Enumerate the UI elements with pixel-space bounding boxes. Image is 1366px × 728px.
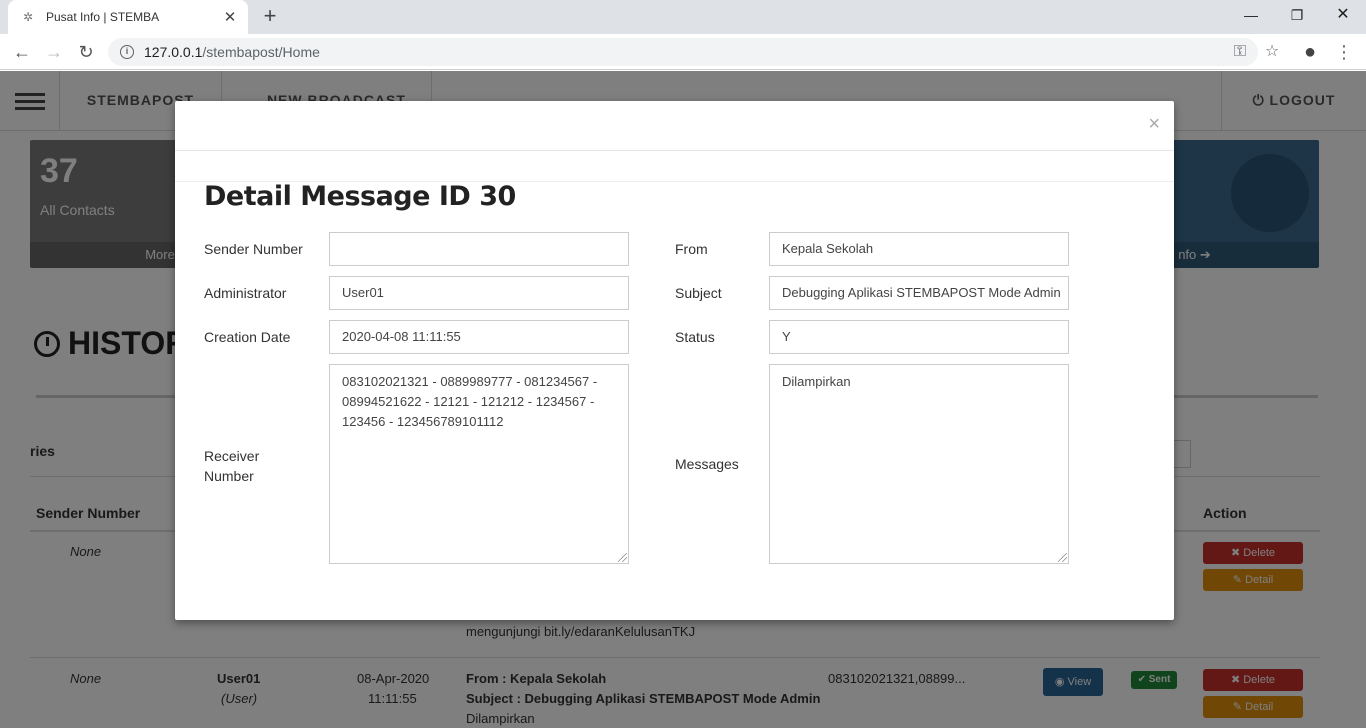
site-favicon-icon: ✲ <box>22 10 34 24</box>
subject-label: Subject <box>675 285 722 301</box>
modal-title: Detail Message ID 30 <box>204 181 516 212</box>
browser-tab[interactable]: ✲ Pusat Info | STEMBA ✕ <box>8 0 248 34</box>
status-label: Status <box>675 329 715 345</box>
from-label: From <box>675 241 708 257</box>
forward-arrow-icon[interactable]: → <box>42 40 66 64</box>
back-arrow-icon[interactable]: ← <box>10 40 34 64</box>
administrator-field[interactable]: User01 <box>329 276 629 310</box>
browser-menu-icon[interactable]: ⋮ <box>1334 42 1354 62</box>
modal-close-icon[interactable]: × <box>1148 114 1160 134</box>
resize-handle-icon[interactable] <box>618 553 627 562</box>
bookmark-star-icon[interactable]: ☆ <box>1262 42 1282 62</box>
key-icon[interactable]: ⚿ <box>1230 42 1250 62</box>
tab-title: Pusat Info | STEMBA <box>46 10 160 24</box>
new-tab-plus-icon[interactable]: + <box>258 5 282 29</box>
creation-date-label: Creation Date <box>204 329 291 345</box>
url-host: 127.0.0.1 <box>144 44 203 60</box>
creation-date-field[interactable]: 2020-04-08 11:11:55 <box>329 320 629 354</box>
sender-number-label: Sender Number <box>204 241 303 257</box>
tab-close-icon[interactable]: ✕ <box>222 8 238 26</box>
status-field[interactable]: Y <box>769 320 1069 354</box>
profile-avatar-icon[interactable]: ● <box>1300 42 1320 62</box>
detail-message-modal: × Detail Message ID 30 Sender Number Adm… <box>175 101 1174 620</box>
administrator-label: Administrator <box>204 285 287 301</box>
url-path: /stembapost/Home <box>202 44 320 60</box>
browser-tabstrip: ✲ Pusat Info | STEMBA ✕ + — ❐ ✕ <box>0 0 1366 34</box>
messages-text: Dilampirkan <box>782 374 851 389</box>
address-bar[interactable]: i 127.0.0.1/stembapost/Home <box>108 38 1258 66</box>
reload-icon[interactable]: ↻ <box>74 40 98 64</box>
subject-field[interactable]: Debugging Aplikasi STEMBAPOST Mode Admin <box>769 276 1069 310</box>
receiver-number-label-line2: Number <box>204 468 254 484</box>
sender-number-field[interactable] <box>329 232 629 266</box>
receiver-line-3: 123456 - 123456789101112 <box>342 414 504 429</box>
from-field[interactable]: Kepala Sekolah <box>769 232 1069 266</box>
minimize-icon[interactable]: — <box>1228 0 1274 30</box>
receiver-line-1: 083102021321 - 0889989777 - 081234567 - <box>342 374 598 389</box>
receiver-number-textarea[interactable]: 083102021321 - 0889989777 - 081234567 - … <box>329 364 629 564</box>
restore-icon[interactable]: ❐ <box>1274 0 1320 30</box>
messages-label: Messages <box>675 456 739 472</box>
receiver-number-label: Receiver Number <box>204 446 259 486</box>
messages-textarea[interactable]: Dilampirkan <box>769 364 1069 564</box>
receiver-number-label-line1: Receiver <box>204 448 260 464</box>
receiver-line-2: 08994521622 - 12121 - 121212 - 1234567 - <box>342 394 595 409</box>
url-text: 127.0.0.1/stembapost/Home <box>144 44 320 60</box>
window-close-icon[interactable]: ✕ <box>1320 0 1366 30</box>
resize-handle-icon[interactable] <box>1058 553 1067 562</box>
modal-header: × <box>175 101 1174 151</box>
browser-toolbar: ← → ↻ i 127.0.0.1/stembapost/Home ⚿ ☆ ● … <box>0 34 1366 70</box>
site-info-icon[interactable]: i <box>120 45 134 59</box>
